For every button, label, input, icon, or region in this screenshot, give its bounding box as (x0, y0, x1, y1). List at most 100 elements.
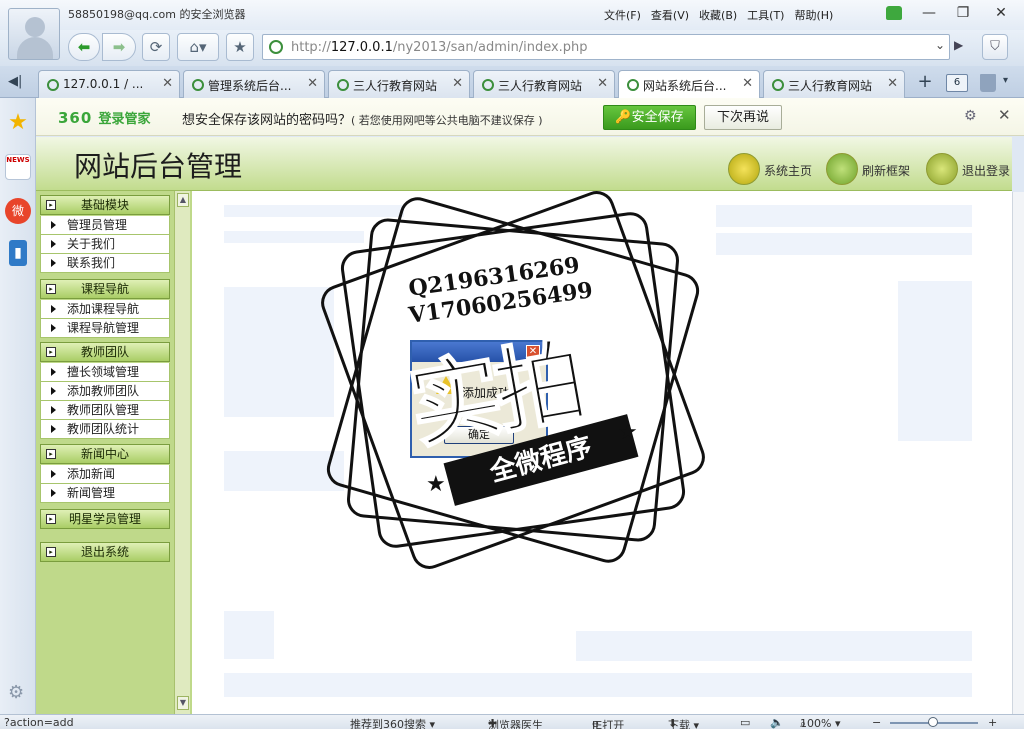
refresh-frame-link[interactable]: 刷新框架 (826, 153, 910, 185)
recommend-360-search[interactable]: 推荐到360搜索 ▾ (350, 716, 435, 729)
dialog-ok-button[interactable]: 确定 (444, 426, 514, 444)
menu-item-about[interactable]: 关于我们 (40, 235, 170, 254)
chevron-down-icon[interactable]: ▾ (1003, 75, 1008, 86)
security-shield-icon[interactable]: ⛉ (982, 34, 1008, 60)
menu-help[interactable]: 帮助(H) (794, 7, 833, 23)
content-frame (192, 191, 1012, 714)
faded-block (576, 631, 972, 661)
key-icon: 🔑 (615, 110, 632, 125)
tab-3[interactable]: 三人行教育网站 ✕ (328, 70, 470, 98)
menu-section-exit[interactable]: ▸ 退出系统 (40, 542, 170, 562)
back-button[interactable]: ⬅ (68, 33, 100, 61)
menu-item-teacher-stats[interactable]: 教师团队统计 (40, 420, 170, 439)
faded-block (898, 281, 972, 441)
address-bar[interactable]: http://127.0.0.1/ny2013/san/admin/index.… (262, 34, 950, 60)
menu-section-news[interactable]: ▸ 新闻中心 (40, 444, 170, 464)
url-text[interactable]: http://127.0.0.1/ny2013/san/admin/index.… (291, 40, 588, 55)
menu-item-add-course[interactable]: 添加课程导航 (40, 300, 170, 319)
logout-label: 退出登录 (962, 164, 1011, 178)
tab-count-badge[interactable]: 6 (946, 74, 968, 92)
tab-5-active[interactable]: 网站系统后台... ✕ (618, 70, 760, 99)
news-icon[interactable]: NEWS (5, 154, 31, 180)
menu-tools[interactable]: 工具(T) (747, 7, 784, 23)
maximize-button[interactable]: ❐ (948, 3, 978, 23)
home-button[interactable]: ⌂▾ (177, 33, 219, 61)
menu-item-course-manage[interactable]: 课程导航管理 (40, 319, 170, 338)
safe-save-button[interactable]: 🔑安全保存 (603, 105, 696, 130)
zoom-label: 100% ▾ (800, 717, 841, 729)
menu-section-teacher[interactable]: ▸ 教师团队 (40, 342, 170, 362)
close-tab-icon[interactable]: ✕ (307, 76, 318, 91)
close-tab-icon[interactable]: ✕ (162, 76, 173, 91)
menu-section-star-students[interactable]: ▸ 明星学员管理 (40, 509, 170, 529)
menu-scrollbar[interactable]: ▲ ▼ (174, 191, 190, 714)
menu-view[interactable]: 查看(V) (651, 7, 689, 23)
faded-block (224, 611, 274, 659)
phone-icon[interactable]: ▮ (9, 240, 27, 266)
browser-doctor-label: 浏览器医生 (488, 719, 543, 729)
refresh-button[interactable]: ⟳ (142, 33, 170, 61)
forward-button[interactable]: ➡ (102, 33, 136, 61)
scroll-down-icon[interactable]: ▼ (177, 696, 189, 710)
expand-box-icon: ▸ (46, 449, 56, 459)
new-tab-button[interactable]: + (914, 72, 936, 94)
avatar-head (25, 17, 45, 37)
trash-icon[interactable] (980, 74, 996, 92)
menu-section-basic[interactable]: ▸ 基础模块 (40, 195, 170, 215)
tab-bar: ◀| 127.0.0.1 / ... ✕ 管理系统后台... ✕ 三人行教育网站… (0, 66, 1024, 99)
menu-file[interactable]: 文件(F) (604, 7, 641, 23)
scroll-up-icon[interactable]: ▲ (177, 193, 189, 207)
skin-shirt-icon[interactable] (886, 6, 902, 20)
close-icon[interactable]: ✕ (998, 106, 1011, 124)
avatar-body (17, 37, 53, 59)
section-label: 教师团队 (80, 345, 129, 359)
faded-block (224, 287, 334, 417)
password-save-bar: 360 登录管家 想安全保存该网站的密码吗？( 若您使用网吧等公共电脑不建议保存… (36, 98, 1024, 136)
tab-2[interactable]: 管理系统后台... ✕ (183, 70, 325, 98)
logout-link[interactable]: 退出登录 (926, 153, 1010, 185)
zoom-out-button[interactable]: − (872, 716, 881, 729)
later-button[interactable]: 下次再说 (704, 105, 782, 130)
tab-label: 网站系统后台... (643, 79, 727, 93)
tab-ie-icon (47, 79, 59, 91)
tab-4[interactable]: 三人行教育网站 ✕ (473, 70, 615, 98)
system-home-link[interactable]: 系统主页 (728, 153, 812, 185)
logo-number: 360 (58, 109, 93, 127)
menu-item-domain-manage[interactable]: 擅长领域管理 (40, 363, 170, 382)
close-tab-icon[interactable]: ✕ (887, 76, 898, 91)
sidebar-toggle-icon[interactable]: ◀| (8, 74, 22, 89)
menu-item-teacher-manage[interactable]: 教师团队管理 (40, 401, 170, 420)
speaker-icon[interactable]: 🔈 (770, 716, 784, 729)
screen-icon[interactable]: ▭ (740, 716, 750, 729)
favorites-star-icon[interactable]: ★ (5, 110, 31, 136)
chevron-down-icon[interactable]: ⌄ (935, 38, 945, 52)
window-title: 58850198@qq.com 的安全浏览器 (68, 8, 246, 21)
tab-1[interactable]: 127.0.0.1 / ... ✕ (38, 70, 180, 98)
tab-ie-icon (627, 79, 639, 91)
close-window-button[interactable]: ✕ (986, 3, 1016, 23)
minimize-button[interactable]: — (914, 3, 944, 23)
menu-item-add-teacher[interactable]: 添加教师团队 (40, 382, 170, 401)
zoom-in-button[interactable]: + (988, 716, 997, 729)
go-icon[interactable]: ▶ (954, 38, 963, 52)
menu-item-add-news[interactable]: 添加新闻 (40, 465, 170, 484)
menu-section-course[interactable]: ▸ 课程导航 (40, 279, 170, 299)
close-tab-icon[interactable]: ✕ (742, 76, 753, 91)
page-scrollbar[interactable] (1012, 192, 1024, 714)
weibo-icon[interactable]: 微 (5, 198, 31, 224)
favorite-star-button[interactable]: ★ (226, 33, 254, 61)
gear-icon[interactable]: ⚙ (964, 108, 977, 124)
close-tab-icon[interactable]: ✕ (597, 76, 608, 91)
menu-item-news-manage[interactable]: 新闻管理 (40, 484, 170, 503)
close-tab-icon[interactable]: ✕ (452, 76, 463, 91)
dialog-close-icon[interactable]: ✕ (526, 345, 540, 359)
gear-icon[interactable]: ⚙ (8, 682, 24, 703)
menu-item-contact[interactable]: 联系我们 (40, 254, 170, 273)
dialog-message: 添加成功 (462, 386, 511, 400)
menu-item-admin[interactable]: 管理员管理 (40, 216, 170, 235)
tab-ie-icon (192, 79, 204, 91)
zoom-slider-knob[interactable] (928, 717, 938, 727)
tab-6[interactable]: 三人行教育网站 ✕ (763, 70, 905, 98)
menu-favorites[interactable]: 收藏(B) (699, 7, 737, 23)
user-avatar[interactable] (8, 8, 60, 60)
